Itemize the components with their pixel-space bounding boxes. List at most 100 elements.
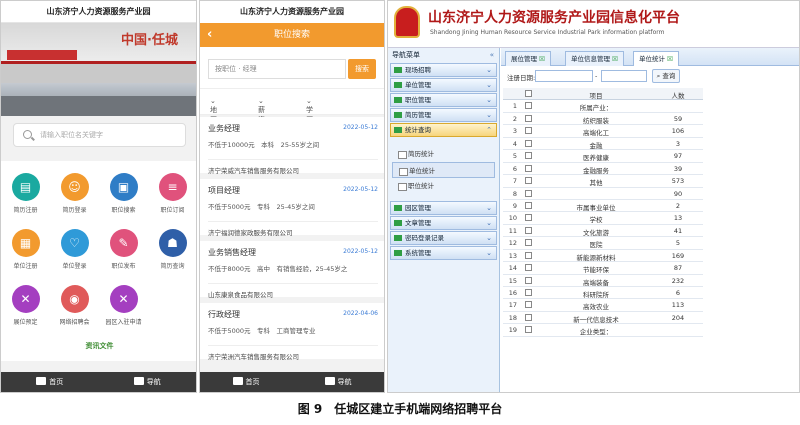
row-number: 5 — [512, 152, 517, 161]
resume-register-icon: ▤ — [11, 173, 40, 201]
grid-item[interactable]: ✎ 职位发布 — [99, 229, 148, 270]
tab-nav[interactable]: 导航 — [292, 372, 384, 392]
tab-company-info[interactable]: 单位信息管理 ☒ — [565, 51, 624, 66]
row-checkbox[interactable] — [525, 264, 532, 272]
row-checkbox[interactable] — [525, 114, 532, 122]
grid-item[interactable]: ◉ 网络招聘会 — [50, 285, 99, 326]
grid-icon — [133, 377, 144, 385]
search-input[interactable]: 请输入职位名关键字 — [13, 123, 186, 147]
row-checkbox[interactable] — [525, 313, 532, 321]
table-row[interactable]: 15 高端装备 232 — [503, 275, 703, 287]
table-row[interactable]: 18 新一代信息技术 204 — [503, 312, 703, 325]
row-checkbox[interactable] — [525, 301, 532, 309]
back-arrow-icon[interactable]: ‹ — [207, 23, 212, 47]
table-row[interactable]: 6 金融服务 39 — [503, 163, 703, 176]
row-checkbox[interactable] — [525, 326, 532, 334]
row-checkbox[interactable] — [525, 289, 532, 296]
tab-home[interactable]: 首页 — [1, 372, 99, 392]
row-item: 科研院所 — [583, 291, 609, 299]
search-input[interactable]: 按职位 · 经理 — [208, 59, 346, 79]
row-checkbox[interactable] — [525, 102, 532, 110]
menu-item[interactable]: 园区管理 ⌄ — [390, 201, 497, 215]
filter-salary[interactable]: 薪资 ⌄ — [258, 97, 265, 124]
row-checkbox[interactable] — [525, 214, 532, 222]
row-checkbox[interactable] — [525, 127, 532, 135]
grid-item[interactable]: ☗ 简历查询 — [148, 229, 196, 270]
job-card[interactable]: 行政经理 2022-04-06 不低于5000元 专科 工商管理专业 济宁荣洲汽车… — [200, 303, 384, 361]
table-row[interactable]: 12 医院 5 — [503, 237, 703, 250]
row-checkbox[interactable] — [525, 239, 532, 247]
search-placeholder: 请输入职位名关键字 — [40, 131, 103, 139]
tab-nav[interactable]: 导航 — [99, 372, 197, 392]
grid-item[interactable]: ▦ 单位注册 — [1, 229, 50, 270]
table-row[interactable]: 13 新能源新材料 169 — [503, 250, 703, 263]
menu-item[interactable]: 简历管理 ⌄ — [390, 108, 497, 122]
close-icon: ☒ — [539, 55, 545, 63]
end-date-input[interactable] — [601, 70, 647, 82]
row-item: 医养健康 — [583, 154, 609, 163]
row-item: 高端装备 — [583, 278, 609, 287]
submenu-item[interactable]: 简历统计 — [392, 146, 495, 162]
row-checkbox[interactable] — [525, 152, 532, 160]
menu-item[interactable]: 文章管理 ⌄ — [390, 216, 497, 230]
table-row[interactable]: 1 所属产业： — [503, 100, 703, 113]
menu-item[interactable]: 密码登录记录 ⌄ — [390, 231, 497, 245]
row-checkbox[interactable] — [525, 201, 532, 209]
row-checkbox[interactable] — [525, 164, 532, 172]
search-bar: 按职位 · 经理 搜索 — [200, 47, 384, 89]
row-checkbox[interactable] — [525, 177, 532, 185]
table-row[interactable]: 19 企业类型： — [503, 324, 703, 337]
menu-item-open[interactable]: 统计查询 ⌃ — [390, 123, 497, 137]
collapse-icon[interactable]: « — [490, 48, 494, 62]
filter-area[interactable]: 地区 ⌄ — [210, 97, 217, 124]
table-row[interactable]: 17 高效农业 113 — [503, 299, 703, 312]
select-all-checkbox[interactable] — [525, 90, 532, 97]
menu-item[interactable]: 系统管理 ⌄ — [390, 246, 497, 260]
table-row[interactable]: 11 文化旅游 41 — [503, 225, 703, 238]
row-count: 573 — [671, 177, 685, 186]
query-button[interactable]: ⌕ 查询 — [652, 69, 680, 83]
table-row[interactable]: 10 学校 13 — [503, 212, 703, 225]
company-register-icon: ▦ — [11, 229, 40, 257]
tab-booth[interactable]: 展位管理 ☒ — [505, 51, 551, 66]
submenu-item[interactable]: 职位统计 — [392, 178, 495, 194]
table-row[interactable]: 2 纺织服装 59 — [503, 113, 703, 126]
figure-caption: 图 9 任城区建立手机端网络招聘平台 — [297, 402, 503, 416]
table-row[interactable]: 8 90 — [503, 188, 703, 200]
bottom-tabbar: 首页 导航 — [1, 372, 196, 392]
tab-company-stats[interactable]: 单位统计 ☒ — [633, 51, 679, 66]
menu-item[interactable]: 现场招聘 ⌄ — [390, 63, 497, 77]
grid-item[interactable]: ▤ 简历注册 — [1, 173, 50, 214]
grid-item[interactable]: ☺ 简历登录 — [50, 173, 99, 214]
row-checkbox[interactable] — [525, 276, 532, 284]
tab-home[interactable]: 首页 — [200, 372, 292, 392]
grid-item[interactable]: ✕ 园区入驻申请 — [99, 285, 148, 326]
job-card[interactable]: 项目经理 2022-05-12 不低于5000元 专科 25-45岁之间 济宁福润… — [200, 179, 384, 237]
table-row[interactable]: 16 科研院所 6 — [503, 287, 703, 300]
table-row[interactable]: 5 医养健康 97 — [503, 150, 703, 163]
start-date-input[interactable] — [535, 70, 593, 82]
grid-item[interactable]: ✕ 展位预定 — [1, 285, 50, 326]
table-row[interactable]: 14 节能环保 87 — [503, 262, 703, 275]
row-checkbox[interactable] — [525, 189, 532, 197]
grid-item[interactable]: ≡ 职位订阅 — [148, 173, 196, 214]
grid-item[interactable]: ♡ 单位登录 — [50, 229, 99, 270]
table-row[interactable]: 4 金融 3 — [503, 138, 703, 151]
table-row[interactable]: 7 其他 573 — [503, 175, 703, 188]
table-row[interactable]: 3 高端化工 106 — [503, 125, 703, 138]
table-row[interactable]: 9 市属事业单位 2 — [503, 200, 703, 213]
row-checkbox[interactable] — [525, 226, 532, 234]
menu-item[interactable]: 单位管理 ⌄ — [390, 78, 497, 92]
job-card[interactable]: 业务经理 2022-05-12 不低于10000元 本科 25-55岁之间 济宁荣… — [200, 117, 384, 175]
row-number: 8 — [512, 189, 517, 198]
menu-item[interactable]: 职位管理 ⌄ — [390, 93, 497, 107]
row-item: 高效农业 — [583, 303, 609, 312]
row-checkbox[interactable] — [525, 251, 532, 259]
search-button[interactable]: 搜索 — [348, 59, 376, 79]
submenu-item-selected[interactable]: 单位统计 — [392, 162, 495, 178]
grid-item[interactable]: ▣ 职位搜索 — [99, 173, 148, 214]
row-checkbox[interactable] — [525, 139, 532, 147]
job-card[interactable]: 业务销售经理 2022-05-12 不低于8000元 高中 有销售经验，25-45… — [200, 241, 384, 299]
row-item: 文化旅游 — [583, 228, 609, 237]
filter-education[interactable]: 学历 ⌄ — [306, 97, 313, 124]
